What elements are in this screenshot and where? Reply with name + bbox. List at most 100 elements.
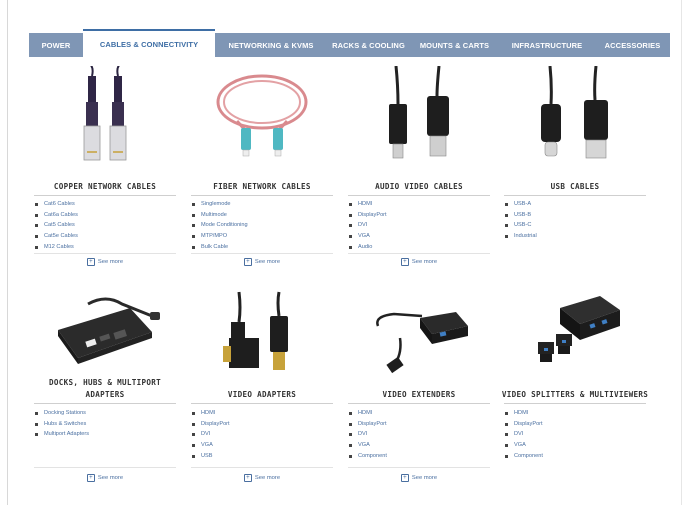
- subcategory-link[interactable]: DisplayPort: [191, 419, 230, 430]
- tab-mounts-carts[interactable]: MOUNTS & CARTS: [410, 33, 499, 57]
- category-tile-audio-video-cables: AUDIO VIDEO CABLES HDMI DisplayPort DVI …: [344, 66, 494, 266]
- category-title[interactable]: AUDIO VIDEO CABLES: [344, 181, 494, 193]
- title-divider: [191, 403, 333, 404]
- tab-accessories[interactable]: ACCESSORIES: [595, 33, 670, 57]
- tab-networking-kvms[interactable]: NETWORKING & KVMS: [215, 33, 327, 57]
- subcategory-link[interactable]: MTP/MPO: [191, 231, 248, 242]
- title-divider: [191, 195, 333, 196]
- subcategory-list: Cat6 Cables Cat6a Cables Cat5 Cables Cat…: [34, 199, 78, 253]
- list-divider: [191, 253, 333, 254]
- usb-cables-image[interactable]: [500, 66, 650, 166]
- subcategory-link[interactable]: Multimode: [191, 210, 248, 221]
- see-more-link[interactable]: + See more: [344, 258, 494, 266]
- subcategory-link[interactable]: Multiport Adapters: [34, 429, 89, 440]
- list-divider: [348, 467, 490, 468]
- subcategory-link[interactable]: VGA: [191, 440, 230, 451]
- subcategory-link[interactable]: DisplayPort: [348, 419, 387, 430]
- dock-image[interactable]: [30, 282, 180, 382]
- plus-box-icon: +: [243, 258, 252, 266]
- tab-racks-cooling[interactable]: RACKS & COOLING: [327, 33, 410, 57]
- subcategory-list: Singlemode Multimode Mode Conditioning M…: [191, 199, 248, 253]
- list-divider: [34, 253, 176, 254]
- subcategory-link[interactable]: VGA: [504, 440, 543, 451]
- category-title[interactable]: USB CABLES: [500, 181, 650, 193]
- subcategory-link[interactable]: DVI: [504, 429, 543, 440]
- title-divider: [348, 195, 490, 196]
- subcategory-list: HDMI DisplayPort DVI VGA Component: [504, 408, 543, 462]
- plus-box-icon: +: [86, 258, 95, 266]
- see-more-link[interactable]: + See more: [344, 474, 494, 482]
- plus-box-icon: +: [86, 474, 95, 482]
- subcategory-link[interactable]: DisplayPort: [348, 210, 387, 221]
- subcategory-link[interactable]: Industrial: [504, 231, 537, 242]
- subcategory-link[interactable]: DisplayPort: [504, 419, 543, 430]
- subcategory-link[interactable]: Mode Conditioning: [191, 220, 248, 231]
- video-extender-image[interactable]: [344, 282, 494, 382]
- see-more-link[interactable]: + See more: [30, 474, 180, 482]
- fiber-cable-image[interactable]: [187, 66, 337, 166]
- subcategory-link[interactable]: HDMI: [348, 408, 387, 419]
- subcategory-link[interactable]: USB-C: [504, 220, 537, 231]
- video-adapter-image[interactable]: [187, 282, 337, 382]
- category-tile-usb-cables: USB CABLES USB-A USB-B USB-C Industrial: [500, 66, 650, 266]
- plus-box-icon: +: [400, 258, 409, 266]
- subcategory-link[interactable]: VGA: [348, 440, 387, 451]
- category-title[interactable]: COPPER NETWORK CABLES: [30, 181, 180, 193]
- subcategory-link[interactable]: USB: [191, 451, 230, 462]
- see-more-link[interactable]: + See more: [30, 258, 180, 266]
- video-splitter-image[interactable]: [500, 282, 650, 382]
- category-title[interactable]: DOCKS, HUBS & MULTIPORT ADAPTERS: [30, 377, 180, 401]
- page-border-left: [7, 0, 8, 505]
- subcategory-list: Docking Stations Hubs & Switches Multipo…: [34, 408, 89, 440]
- see-more-link[interactable]: + See more: [187, 474, 337, 482]
- subcategory-link[interactable]: Hubs & Switches: [34, 419, 89, 430]
- title-divider: [504, 403, 646, 404]
- copper-cables-image[interactable]: [30, 66, 180, 166]
- subcategory-link[interactable]: Singlemode: [191, 199, 248, 210]
- title-divider: [504, 195, 646, 196]
- list-divider: [34, 467, 176, 468]
- subcategory-link[interactable]: DVI: [348, 220, 387, 231]
- subcategory-list: HDMI DisplayPort DVI VGA Audio: [348, 199, 387, 253]
- subcategory-link[interactable]: DVI: [191, 429, 230, 440]
- subcategory-link[interactable]: Component: [348, 451, 387, 462]
- list-divider: [348, 253, 490, 254]
- category-title[interactable]: VIDEO EXTENDERS: [344, 389, 494, 401]
- category-title[interactable]: VIDEO SPLITTERS & MULTIVIEWERS: [500, 389, 650, 401]
- subcategory-link[interactable]: HDMI: [504, 408, 543, 419]
- subcategory-link[interactable]: Cat5e Cables: [34, 231, 78, 242]
- subcategory-link[interactable]: USB-B: [504, 210, 537, 221]
- category-tile-copper-network-cables: COPPER NETWORK CABLES Cat6 Cables Cat6a …: [30, 66, 180, 266]
- subcategory-link[interactable]: Cat5 Cables: [34, 220, 78, 231]
- subcategory-link[interactable]: M12 Cables: [34, 242, 78, 253]
- subcategory-link[interactable]: HDMI: [348, 199, 387, 210]
- subcategory-link[interactable]: Cat6a Cables: [34, 210, 78, 221]
- tab-cables-connectivity[interactable]: CABLES & CONNECTIVITY: [83, 29, 215, 57]
- subcategory-link[interactable]: DVI: [348, 429, 387, 440]
- category-tile-video-splitters: VIDEO SPLITTERS & MULTIVIEWERS HDMI Disp…: [500, 282, 650, 492]
- subcategory-link[interactable]: Component: [504, 451, 543, 462]
- category-title[interactable]: VIDEO ADAPTERS: [187, 389, 337, 401]
- subcategory-link[interactable]: Audio: [348, 242, 387, 253]
- av-cables-image[interactable]: [344, 66, 494, 166]
- title-divider: [348, 403, 490, 404]
- subcategory-link[interactable]: USB-A: [504, 199, 537, 210]
- subcategory-link[interactable]: HDMI: [191, 408, 230, 419]
- subcategory-link[interactable]: Docking Stations: [34, 408, 89, 419]
- tab-power[interactable]: POWER: [29, 33, 83, 57]
- subcategory-link[interactable]: VGA: [348, 231, 387, 242]
- tab-infrastructure[interactable]: INFRASTRUCTURE: [499, 33, 595, 57]
- category-tile-docks-hubs: DOCKS, HUBS & MULTIPORT ADAPTERS Docking…: [30, 282, 180, 492]
- category-title[interactable]: FIBER NETWORK CABLES: [187, 181, 337, 193]
- list-divider: [191, 467, 333, 468]
- category-tile-fiber-network-cables: FIBER NETWORK CABLES Singlemode Multimod…: [187, 66, 337, 266]
- see-more-link[interactable]: + See more: [187, 258, 337, 266]
- plus-box-icon: +: [400, 474, 409, 482]
- title-divider: [34, 403, 176, 404]
- subcategory-link[interactable]: Bulk Cable: [191, 242, 248, 253]
- title-divider: [34, 195, 176, 196]
- subcategory-link[interactable]: Cat6 Cables: [34, 199, 78, 210]
- subcategory-list: HDMI DisplayPort DVI VGA USB: [191, 408, 230, 462]
- subcategory-list: USB-A USB-B USB-C Industrial: [504, 199, 537, 242]
- category-tile-video-adapters: VIDEO ADAPTERS HDMI DisplayPort DVI VGA …: [187, 282, 337, 492]
